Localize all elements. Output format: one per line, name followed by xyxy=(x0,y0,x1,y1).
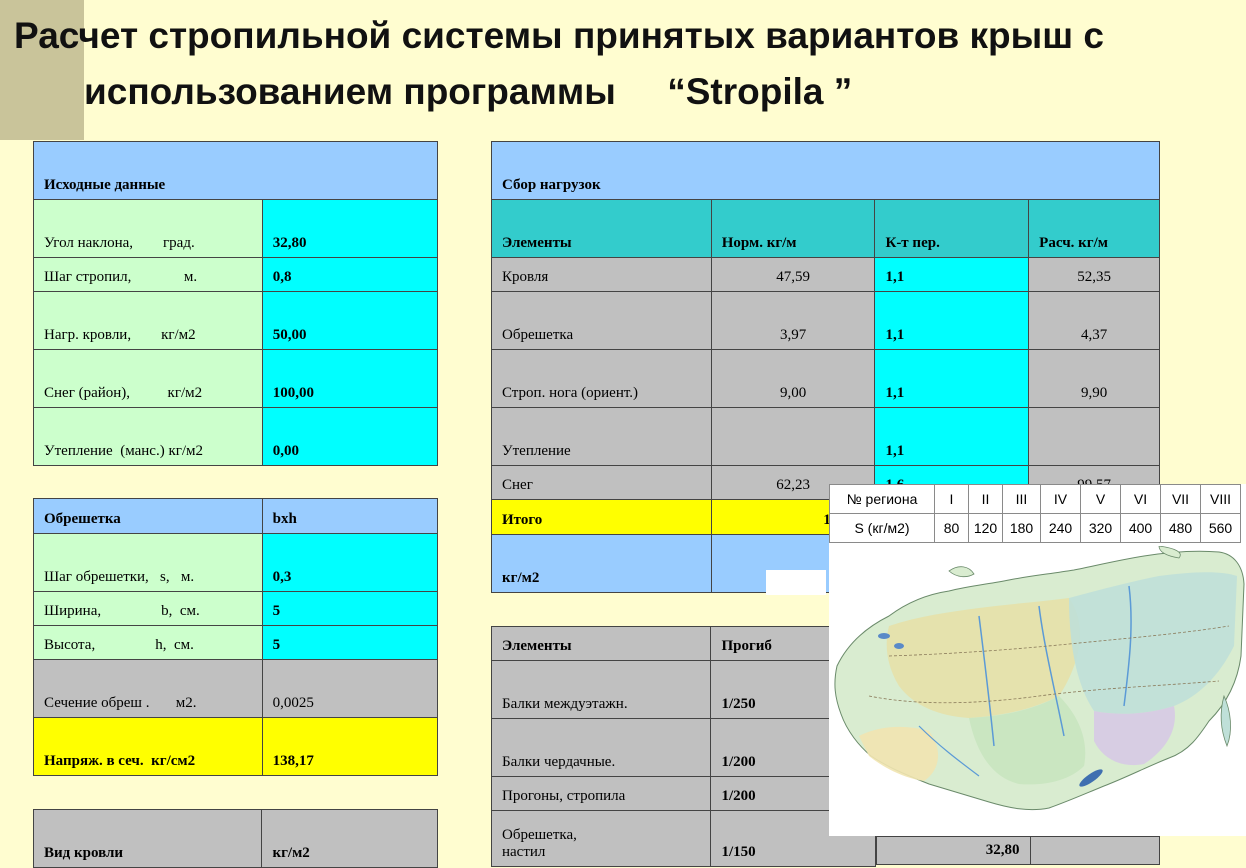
source-data-table: Исходные данные Угол наклона, град. 32,8… xyxy=(33,141,439,466)
white-patch xyxy=(766,570,826,595)
loads-row-norm: 47,59 xyxy=(710,257,876,292)
loads-row-k: 1,1 xyxy=(874,349,1030,408)
deflection-row-name: Обрешетка, настил xyxy=(490,810,712,867)
lathing-label-height: Высота, h, см. xyxy=(33,625,263,660)
lathing-value-step: 0,3 xyxy=(261,533,439,592)
roof-type-table: Вид кровли кг/м2 xyxy=(32,809,438,868)
deflection-table: Элементы Прогиб Балки междуэтажн. 1/250 … xyxy=(490,626,876,867)
source-value-insulation: 0,00 xyxy=(261,407,439,466)
russia-snow-map-image xyxy=(829,546,1246,836)
loads-col-elements: Элементы xyxy=(491,199,712,258)
loads-row-name: Утепление xyxy=(491,407,712,466)
legend-region-label: № региона xyxy=(829,484,935,514)
deflection-name-line-1: Обрешетка, xyxy=(502,827,577,843)
legend-load-label: S (кг/м2) xyxy=(829,513,935,543)
deflection-extra-empty xyxy=(1029,836,1161,865)
legend-load: 180 xyxy=(1002,513,1041,543)
source-value-angle: 32,80 xyxy=(261,199,439,258)
deflection-row-name: Прогоны, стропила xyxy=(490,776,712,811)
roof-type-value: кг/м2 xyxy=(261,809,438,868)
roof-type-label: Вид кровли xyxy=(32,809,263,868)
legend-load: 560 xyxy=(1200,513,1241,543)
legend-region: I xyxy=(934,484,969,514)
loads-row-calc: 9,90 xyxy=(1028,349,1160,408)
loads-row-k: 1,1 xyxy=(874,257,1030,292)
lathing-label-section: Сечение обреш . м2. xyxy=(33,659,263,718)
source-label-angle: Угол наклона, град. xyxy=(33,199,263,258)
loads-row-name: Строп. нога (ориент.) xyxy=(491,349,712,408)
loads-row-norm xyxy=(710,407,876,466)
title-line-2: использованием программы “Stropila ” xyxy=(84,71,853,112)
loads-unit-label: кг/м2 xyxy=(491,534,712,593)
source-value-snow: 100,00 xyxy=(261,349,439,408)
source-value-step: 0,8 xyxy=(261,257,439,292)
legend-region: VII xyxy=(1160,484,1201,514)
source-value-roof-load: 50,00 xyxy=(261,291,439,350)
legend-region: VIII xyxy=(1200,484,1241,514)
lathing-value-height: 5 xyxy=(261,625,439,660)
legend-region: IV xyxy=(1040,484,1081,514)
loads-row-k: 1,1 xyxy=(874,291,1030,350)
snow-legend-table: № региона I II III IV V VI VII VIII S (к… xyxy=(829,484,1241,543)
legend-region: III xyxy=(1002,484,1041,514)
lathing-value-stress: 138,17 xyxy=(261,717,439,776)
deflection-name-line-2: настил xyxy=(502,844,546,860)
loads-total-label: Итого xyxy=(491,499,712,535)
legend-load: 400 xyxy=(1120,513,1161,543)
deflection-row-name: Балки чердачные. xyxy=(490,718,712,777)
lathing-value-section: 0,0025 xyxy=(261,659,439,718)
deflection-extra-value: 32,80 xyxy=(876,836,1031,865)
page-title: Расчет стропильной системы принятых вари… xyxy=(14,8,1234,120)
loads-row-name: Снег xyxy=(491,465,712,500)
title-line-1: Расчет стропильной системы принятых вари… xyxy=(14,15,1104,56)
legend-load: 120 xyxy=(968,513,1003,543)
legend-load: 480 xyxy=(1160,513,1201,543)
source-label-roof-load: Нагр. кровли, кг/м2 xyxy=(33,291,263,350)
source-label-step: Шаг стропил, м. xyxy=(33,257,263,292)
lathing-table: Обрешетка bxh Шаг обрешетки, s, м. 0,3 Ш… xyxy=(33,498,439,776)
lathing-value-width: 5 xyxy=(261,591,439,626)
loads-header: Сбор нагрузок xyxy=(491,141,1160,200)
source-label-snow: Снег (район), кг/м2 xyxy=(33,349,263,408)
loads-row-norm: 9,00 xyxy=(710,349,876,408)
deflection-col-elements: Элементы xyxy=(490,626,712,661)
lathing-label-width: Ширина, b, см. xyxy=(33,591,263,626)
deflection-row-name: Балки междуэтажн. xyxy=(490,660,712,719)
snow-map-panel: № региона I II III IV V VI VII VIII S (к… xyxy=(829,484,1246,836)
legend-load: 80 xyxy=(934,513,969,543)
loads-col-k: К-т пер. xyxy=(874,199,1030,258)
loads-row-calc: 4,37 xyxy=(1028,291,1160,350)
lathing-label-stress: Напряж. в сеч. кг/см2 xyxy=(33,717,263,776)
source-label-insulation: Утепление (манс.) кг/м2 xyxy=(33,407,263,466)
loads-row-calc: 52,35 xyxy=(1028,257,1160,292)
lathing-label-step: Шаг обрешетки, s, м. xyxy=(33,533,263,592)
loads-col-calc: Расч. кг/м xyxy=(1028,199,1160,258)
legend-region: VI xyxy=(1120,484,1161,514)
lathing-header-label: Обрешетка xyxy=(33,498,263,534)
loads-row-calc xyxy=(1028,407,1160,466)
loads-col-norm: Норм. кг/м xyxy=(710,199,876,258)
loads-row-name: Обрешетка xyxy=(491,291,712,350)
loads-row-name: Кровля xyxy=(491,257,712,292)
loads-row-norm: 3,97 xyxy=(710,291,876,350)
legend-region: II xyxy=(968,484,1003,514)
loads-row-k: 1,1 xyxy=(874,407,1030,466)
legend-load: 240 xyxy=(1040,513,1081,543)
deflection-extra-table: 32,80 xyxy=(876,836,1161,865)
lathing-header-value: bxh xyxy=(261,498,439,534)
source-data-header: Исходные данные xyxy=(33,141,438,200)
legend-region: V xyxy=(1080,484,1121,514)
legend-load: 320 xyxy=(1080,513,1121,543)
